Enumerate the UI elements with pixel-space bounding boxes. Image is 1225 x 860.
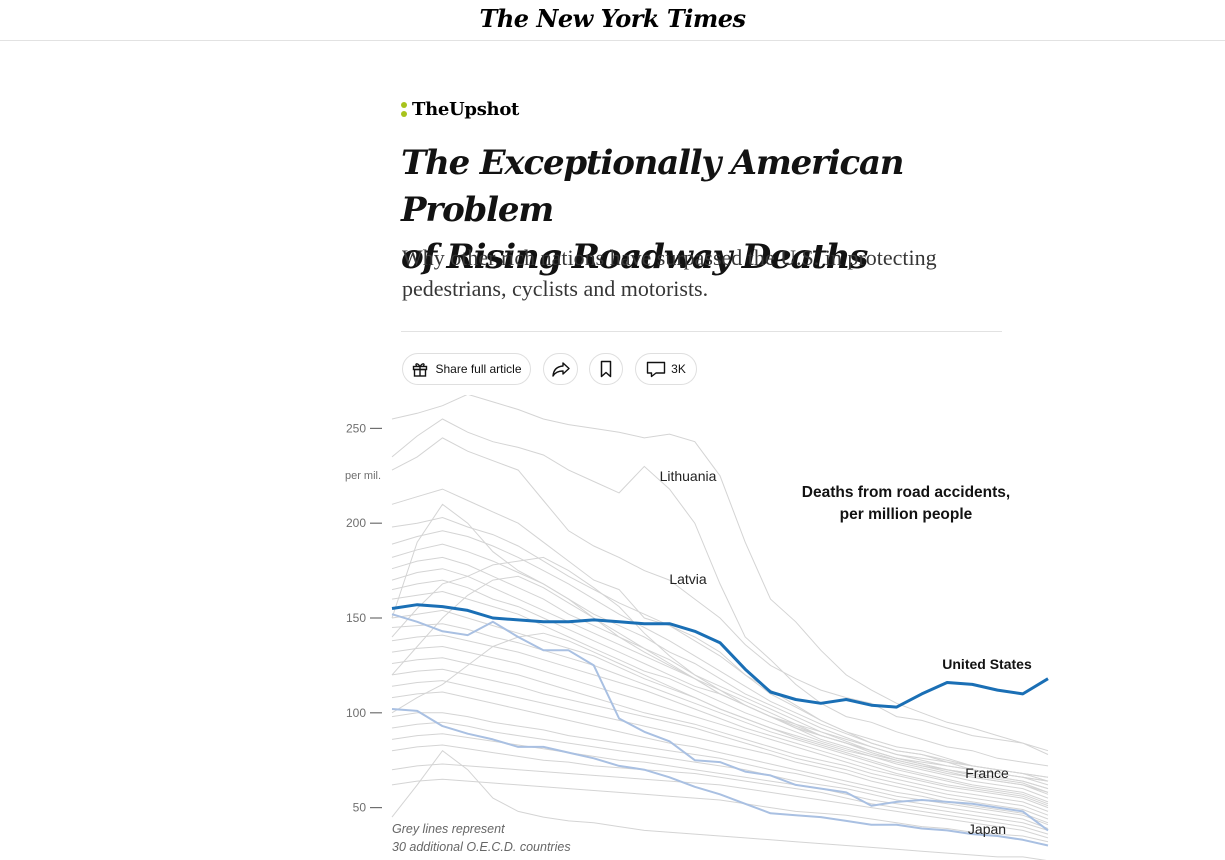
chart-title-line-2: per million people [840, 506, 973, 523]
chart-note-line-2: 30 additional O.E.C.D. countries [392, 840, 571, 854]
share-arrow-icon [551, 360, 571, 378]
y-tick-label: 200 [346, 516, 366, 530]
label-latvia: Latvia [669, 571, 707, 587]
y-tick-label: 250 [346, 421, 366, 435]
save-button[interactable] [589, 353, 623, 385]
share-label: Share full article [435, 362, 522, 376]
grey-country-line [391, 488, 1049, 782]
gift-icon [411, 360, 429, 378]
grey-country-line [391, 556, 1049, 790]
road-deaths-chart: 50 100 150 200 250 per mil. Deaths from road… [345, 395, 1049, 860]
y-axis-unit: per mil. [345, 470, 381, 482]
label-united-states: United States [942, 656, 1032, 672]
y-tick-label: 50 [353, 801, 367, 815]
y-tick-label: 100 [346, 706, 366, 720]
chart-note-line-1: Grey lines represent [392, 822, 505, 836]
share-full-article-button[interactable]: Share full article [402, 353, 531, 385]
highlight-series-group [391, 603, 1049, 847]
divider [401, 331, 1002, 332]
upshot-dots-icon [401, 101, 407, 117]
y-tick-label: 150 [346, 611, 366, 625]
grey-country-line [391, 418, 1049, 767]
grey-country-line [391, 657, 1049, 812]
comments-count: 3K [671, 362, 686, 376]
label-france: France [965, 765, 1009, 781]
section-name: TheUpshot [412, 98, 520, 120]
masthead: The New York Times [0, 0, 1225, 41]
france-line [391, 613, 1049, 832]
grey-country-line [391, 556, 1049, 790]
share-button[interactable] [543, 353, 578, 385]
grey-series-group [391, 395, 1049, 860]
bookmark-icon [599, 360, 613, 378]
headline-line-1: The Exceptionally American Problem [401, 143, 905, 230]
grey-country-line [391, 691, 1049, 824]
comment-icon [646, 360, 666, 378]
summary: Why other rich nations have surpassed th… [402, 242, 1022, 304]
label-lithuania: Lithuania [660, 468, 717, 484]
summary-line-1: Why other rich nations have surpassed th… [402, 245, 937, 270]
comments-button[interactable]: 3K [635, 353, 697, 385]
grey-country-line [391, 623, 1049, 805]
chart-title-line-1: Deaths from road accidents, [802, 484, 1010, 501]
section-label[interactable]: TheUpshot [401, 97, 519, 121]
nyt-logo[interactable]: The New York Times [0, 4, 1225, 33]
summary-line-2: pedestrians, cyclists and motorists. [402, 276, 709, 301]
label-japan: Japan [968, 821, 1006, 837]
